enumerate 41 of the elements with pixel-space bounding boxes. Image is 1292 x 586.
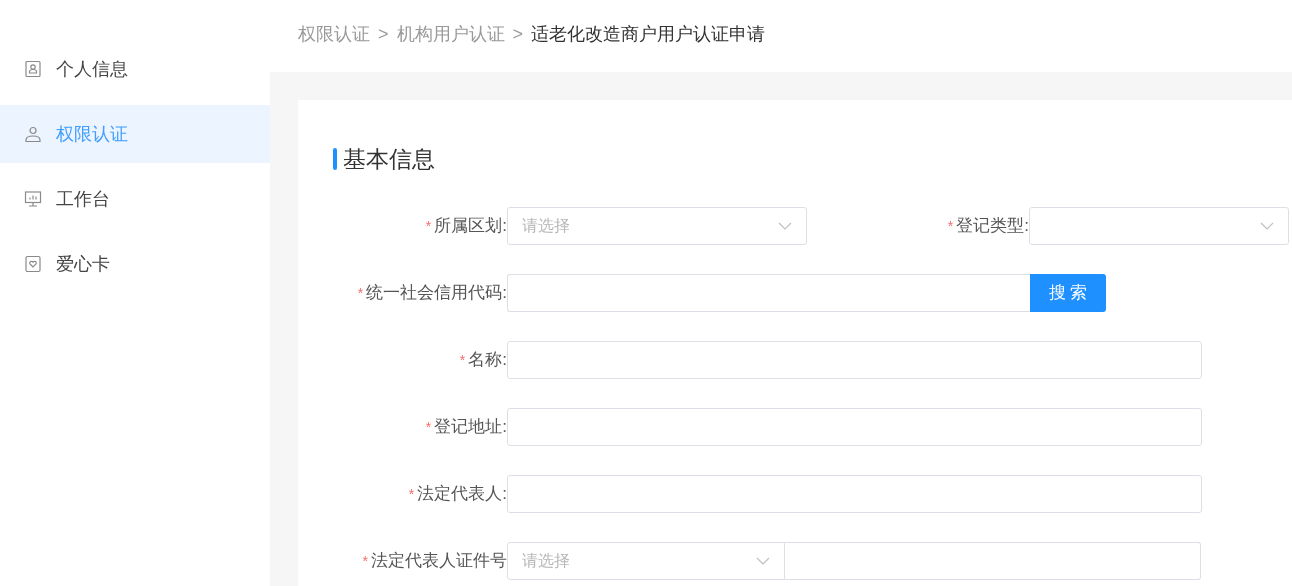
heart-card-icon xyxy=(24,255,42,273)
chevron-down-icon xyxy=(756,556,770,565)
section-title: 基本信息 xyxy=(343,145,435,174)
required-mark: * xyxy=(408,485,415,504)
select-field[interactable] xyxy=(1029,206,1289,245)
input-field[interactable] xyxy=(507,273,1030,312)
required-mark: * xyxy=(357,284,364,303)
breadcrumb-separator: > xyxy=(512,22,524,46)
required-mark: * xyxy=(362,552,368,571)
required-mark: * xyxy=(947,217,954,236)
input-field[interactable] xyxy=(507,474,1202,513)
required-mark: * xyxy=(425,418,432,437)
sidebar-item[interactable]: 个人信息 xyxy=(0,40,270,98)
select-field[interactable]: 请选择 xyxy=(507,206,807,245)
input-field[interactable] xyxy=(507,340,1202,379)
sidebar-item[interactable]: 工作台 xyxy=(0,170,270,228)
chevron-down-icon xyxy=(1260,221,1274,230)
monitor-icon xyxy=(24,190,42,208)
breadcrumb-link[interactable]: 权限认证 xyxy=(298,20,370,48)
required-mark: * xyxy=(459,351,466,370)
input-field[interactable] xyxy=(507,407,1202,446)
field-label: 登记类型: xyxy=(956,214,1029,237)
required-mark: * xyxy=(425,217,432,236)
sidebar-item[interactable]: 爱心卡 xyxy=(0,235,270,293)
breadcrumb-link[interactable]: 机构用户认证 xyxy=(396,20,505,48)
search-button[interactable]: 搜 索 xyxy=(1030,273,1106,312)
input-field[interactable] xyxy=(785,541,1201,580)
field-label: 所属区划: xyxy=(434,214,507,237)
field-label: 名称: xyxy=(468,348,507,371)
breadcrumb-current: 适老化改造商户用户认证申请 xyxy=(531,22,766,46)
user-icon xyxy=(24,125,42,143)
field-label: 法定代表人: xyxy=(417,482,507,505)
select-field[interactable]: 请选择 xyxy=(507,541,785,580)
chevron-down-icon xyxy=(778,221,792,230)
section-marker xyxy=(333,148,337,171)
sidebar-item[interactable]: 权限认证 xyxy=(0,105,270,163)
field-label: 登记地址: xyxy=(434,415,507,438)
id-card-icon xyxy=(24,60,42,78)
field-label: 法定代表人证件号 xyxy=(371,549,507,572)
breadcrumb-separator: > xyxy=(378,22,389,46)
field-label: 统一社会信用代码: xyxy=(366,281,507,304)
